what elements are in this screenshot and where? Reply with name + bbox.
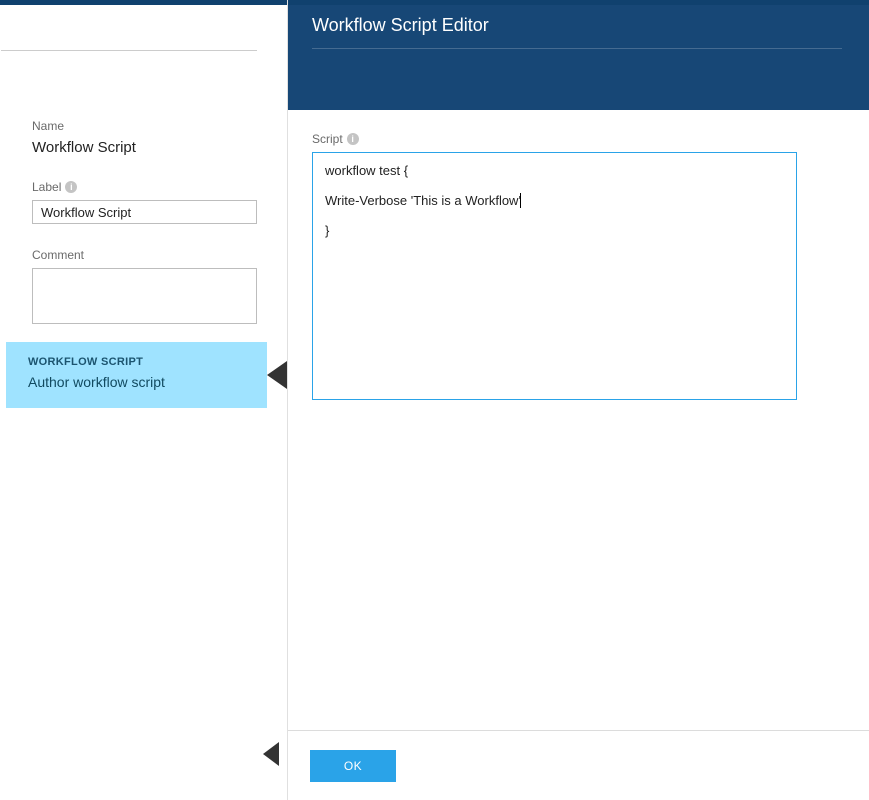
info-icon[interactable]: i: [65, 181, 77, 193]
label-label-text: Label: [32, 180, 61, 194]
left-panel: Name Workflow Script Label i Comment WOR…: [0, 0, 288, 800]
name-value: Workflow Script: [32, 139, 255, 156]
label-field-group: Label i: [32, 180, 255, 224]
ok-button[interactable]: OK: [310, 750, 396, 782]
left-header-divider: [1, 5, 257, 51]
name-label: Name: [32, 119, 255, 133]
name-field-group: Name Workflow Script: [32, 119, 255, 156]
right-body: Script i workflow test {Write-Verbose 'T…: [288, 110, 869, 800]
workflow-script-tile[interactable]: WORKFLOW SCRIPT Author workflow script: [6, 342, 267, 408]
back-arrow-icon[interactable]: [263, 742, 279, 766]
editor-title: Workflow Script Editor: [312, 15, 845, 48]
script-label: Script i: [312, 132, 845, 146]
left-form: Name Workflow Script Label i Comment: [0, 51, 287, 329]
label-input[interactable]: [32, 200, 257, 224]
workflow-script-tile-subtitle: Author workflow script: [28, 374, 245, 390]
comment-label: Comment: [32, 248, 255, 262]
header-divider: [312, 48, 842, 49]
script-label-text: Script: [312, 132, 343, 146]
script-editor[interactable]: workflow test {Write-Verbose 'This is a …: [312, 152, 797, 400]
info-icon[interactable]: i: [347, 133, 359, 145]
right-header: Workflow Script Editor: [288, 5, 869, 110]
workflow-script-tile-title: WORKFLOW SCRIPT: [28, 356, 245, 368]
app-container: Name Workflow Script Label i Comment WOR…: [0, 0, 869, 800]
right-panel: Workflow Script Editor Script i workflow…: [288, 0, 869, 800]
chevron-right-icon: [267, 361, 287, 389]
comment-input[interactable]: [32, 268, 257, 324]
comment-field-group: Comment: [32, 248, 255, 329]
right-footer: OK: [288, 730, 869, 800]
label-label: Label i: [32, 180, 255, 194]
